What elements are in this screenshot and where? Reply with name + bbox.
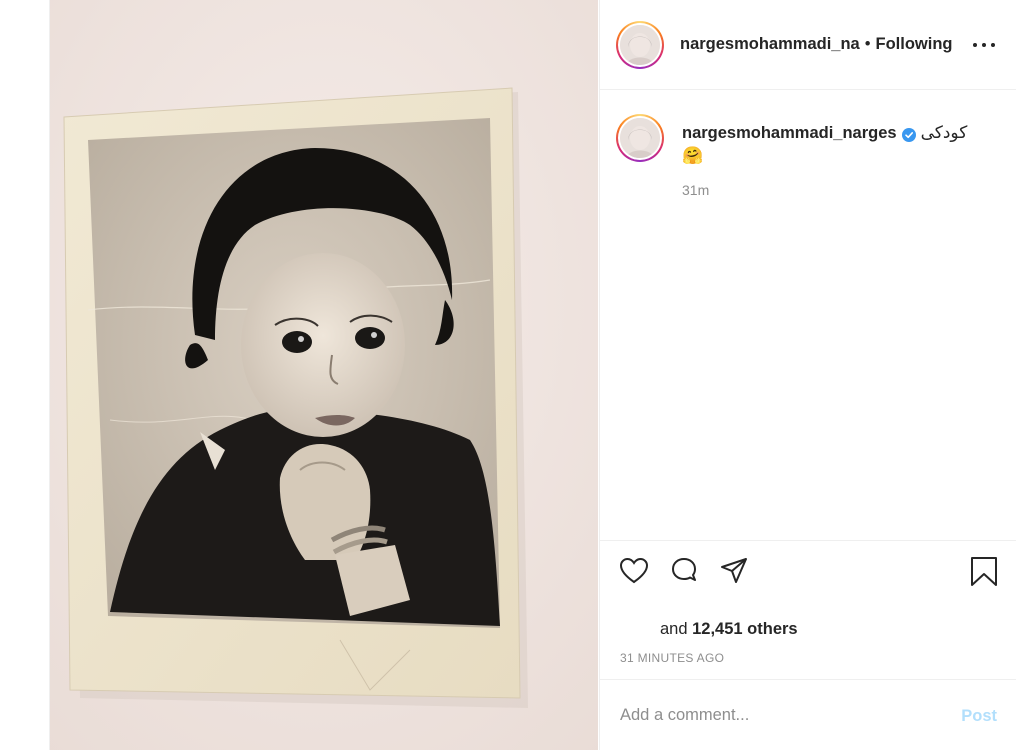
comment-bar: Post (600, 679, 1016, 750)
action-bar (600, 540, 1016, 602)
verified-icon (901, 126, 916, 142)
posted-time[interactable]: 31 MINUTES AGO (620, 651, 724, 665)
author-avatar[interactable] (616, 20, 664, 69)
post-dialog: nargesmohammadi_na • Following nargesmoh… (0, 0, 1016, 750)
share-icon[interactable] (718, 555, 750, 587)
caption-text: کودکی (920, 123, 968, 142)
bookmark-icon[interactable] (968, 555, 1000, 587)
likes-summary[interactable]: and 12,451 others (660, 620, 798, 639)
caption-emoji: 🤗 (682, 146, 704, 165)
post-comment-button[interactable]: Post (961, 707, 997, 726)
heart-icon[interactable] (618, 555, 650, 587)
comment-icon[interactable] (668, 555, 700, 587)
comment-input[interactable] (620, 698, 940, 732)
likes-count[interactable]: 12,451 others (692, 620, 797, 638)
post-header: nargesmohammadi_na • Following (600, 0, 1016, 90)
photo-image (50, 0, 598, 750)
author-username[interactable]: nargesmohammadi_na (680, 35, 860, 54)
following-button[interactable]: Following (876, 35, 953, 54)
separator-dot: • (864, 35, 871, 53)
likes-prefix: and (660, 620, 688, 638)
caption-username[interactable]: nargesmohammadi_narges (682, 122, 897, 144)
avatar-image (620, 24, 660, 65)
more-options-icon[interactable] (973, 34, 995, 56)
post-photo[interactable] (49, 0, 598, 750)
caption-avatar-image (620, 118, 660, 158)
caption-avatar[interactable] (616, 114, 664, 162)
caption-time[interactable]: 31m (682, 182, 1002, 198)
post-sidebar: nargesmohammadi_na • Following nargesmoh… (599, 0, 1016, 750)
